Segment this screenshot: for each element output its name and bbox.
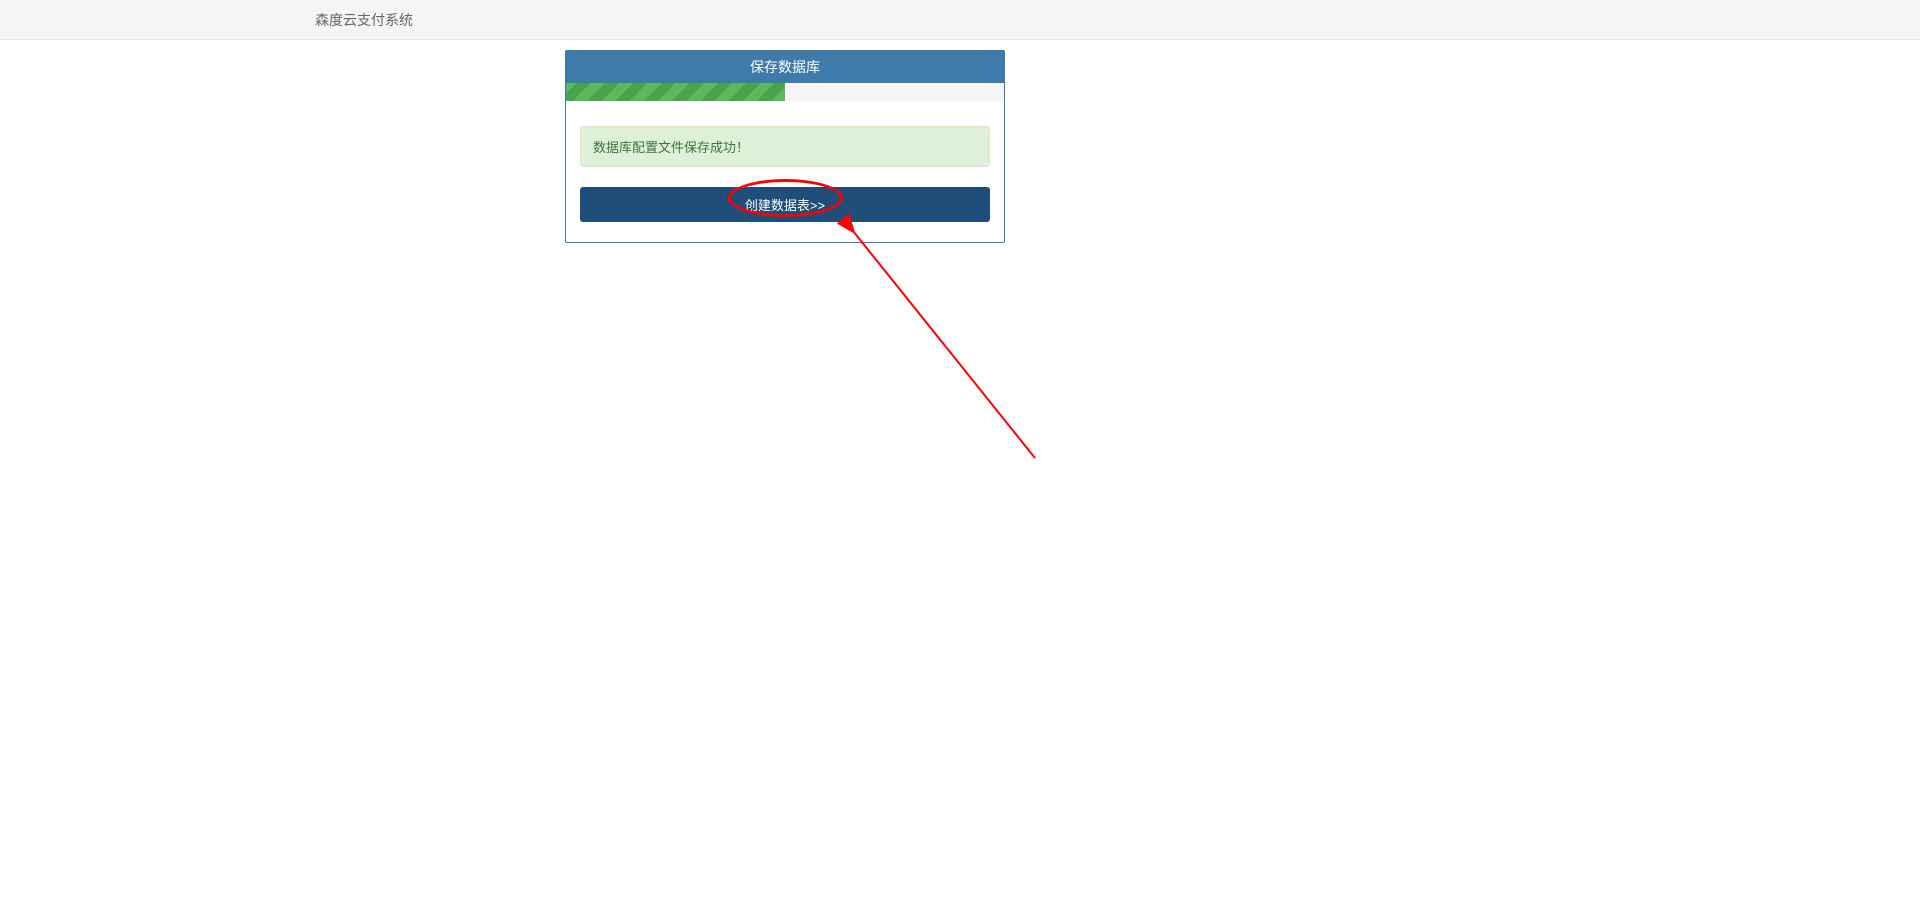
panel-body: 数据库配置文件保存成功！ 创建数据表>> bbox=[566, 101, 1004, 242]
create-table-button[interactable]: 创建数据表>> bbox=[580, 187, 990, 222]
annotation-arrow-icon bbox=[835, 213, 1055, 473]
app-title: 森度云支付系统 bbox=[315, 10, 413, 30]
panel-title: 保存数据库 bbox=[566, 51, 1004, 83]
progress-fill bbox=[566, 83, 785, 101]
app-header: 森度云支付系统 bbox=[0, 0, 1920, 40]
progress-bar bbox=[566, 83, 1004, 101]
save-database-panel: 保存数据库 数据库配置文件保存成功！ 创建数据表>> bbox=[565, 50, 1005, 243]
success-alert: 数据库配置文件保存成功！ bbox=[580, 126, 990, 167]
